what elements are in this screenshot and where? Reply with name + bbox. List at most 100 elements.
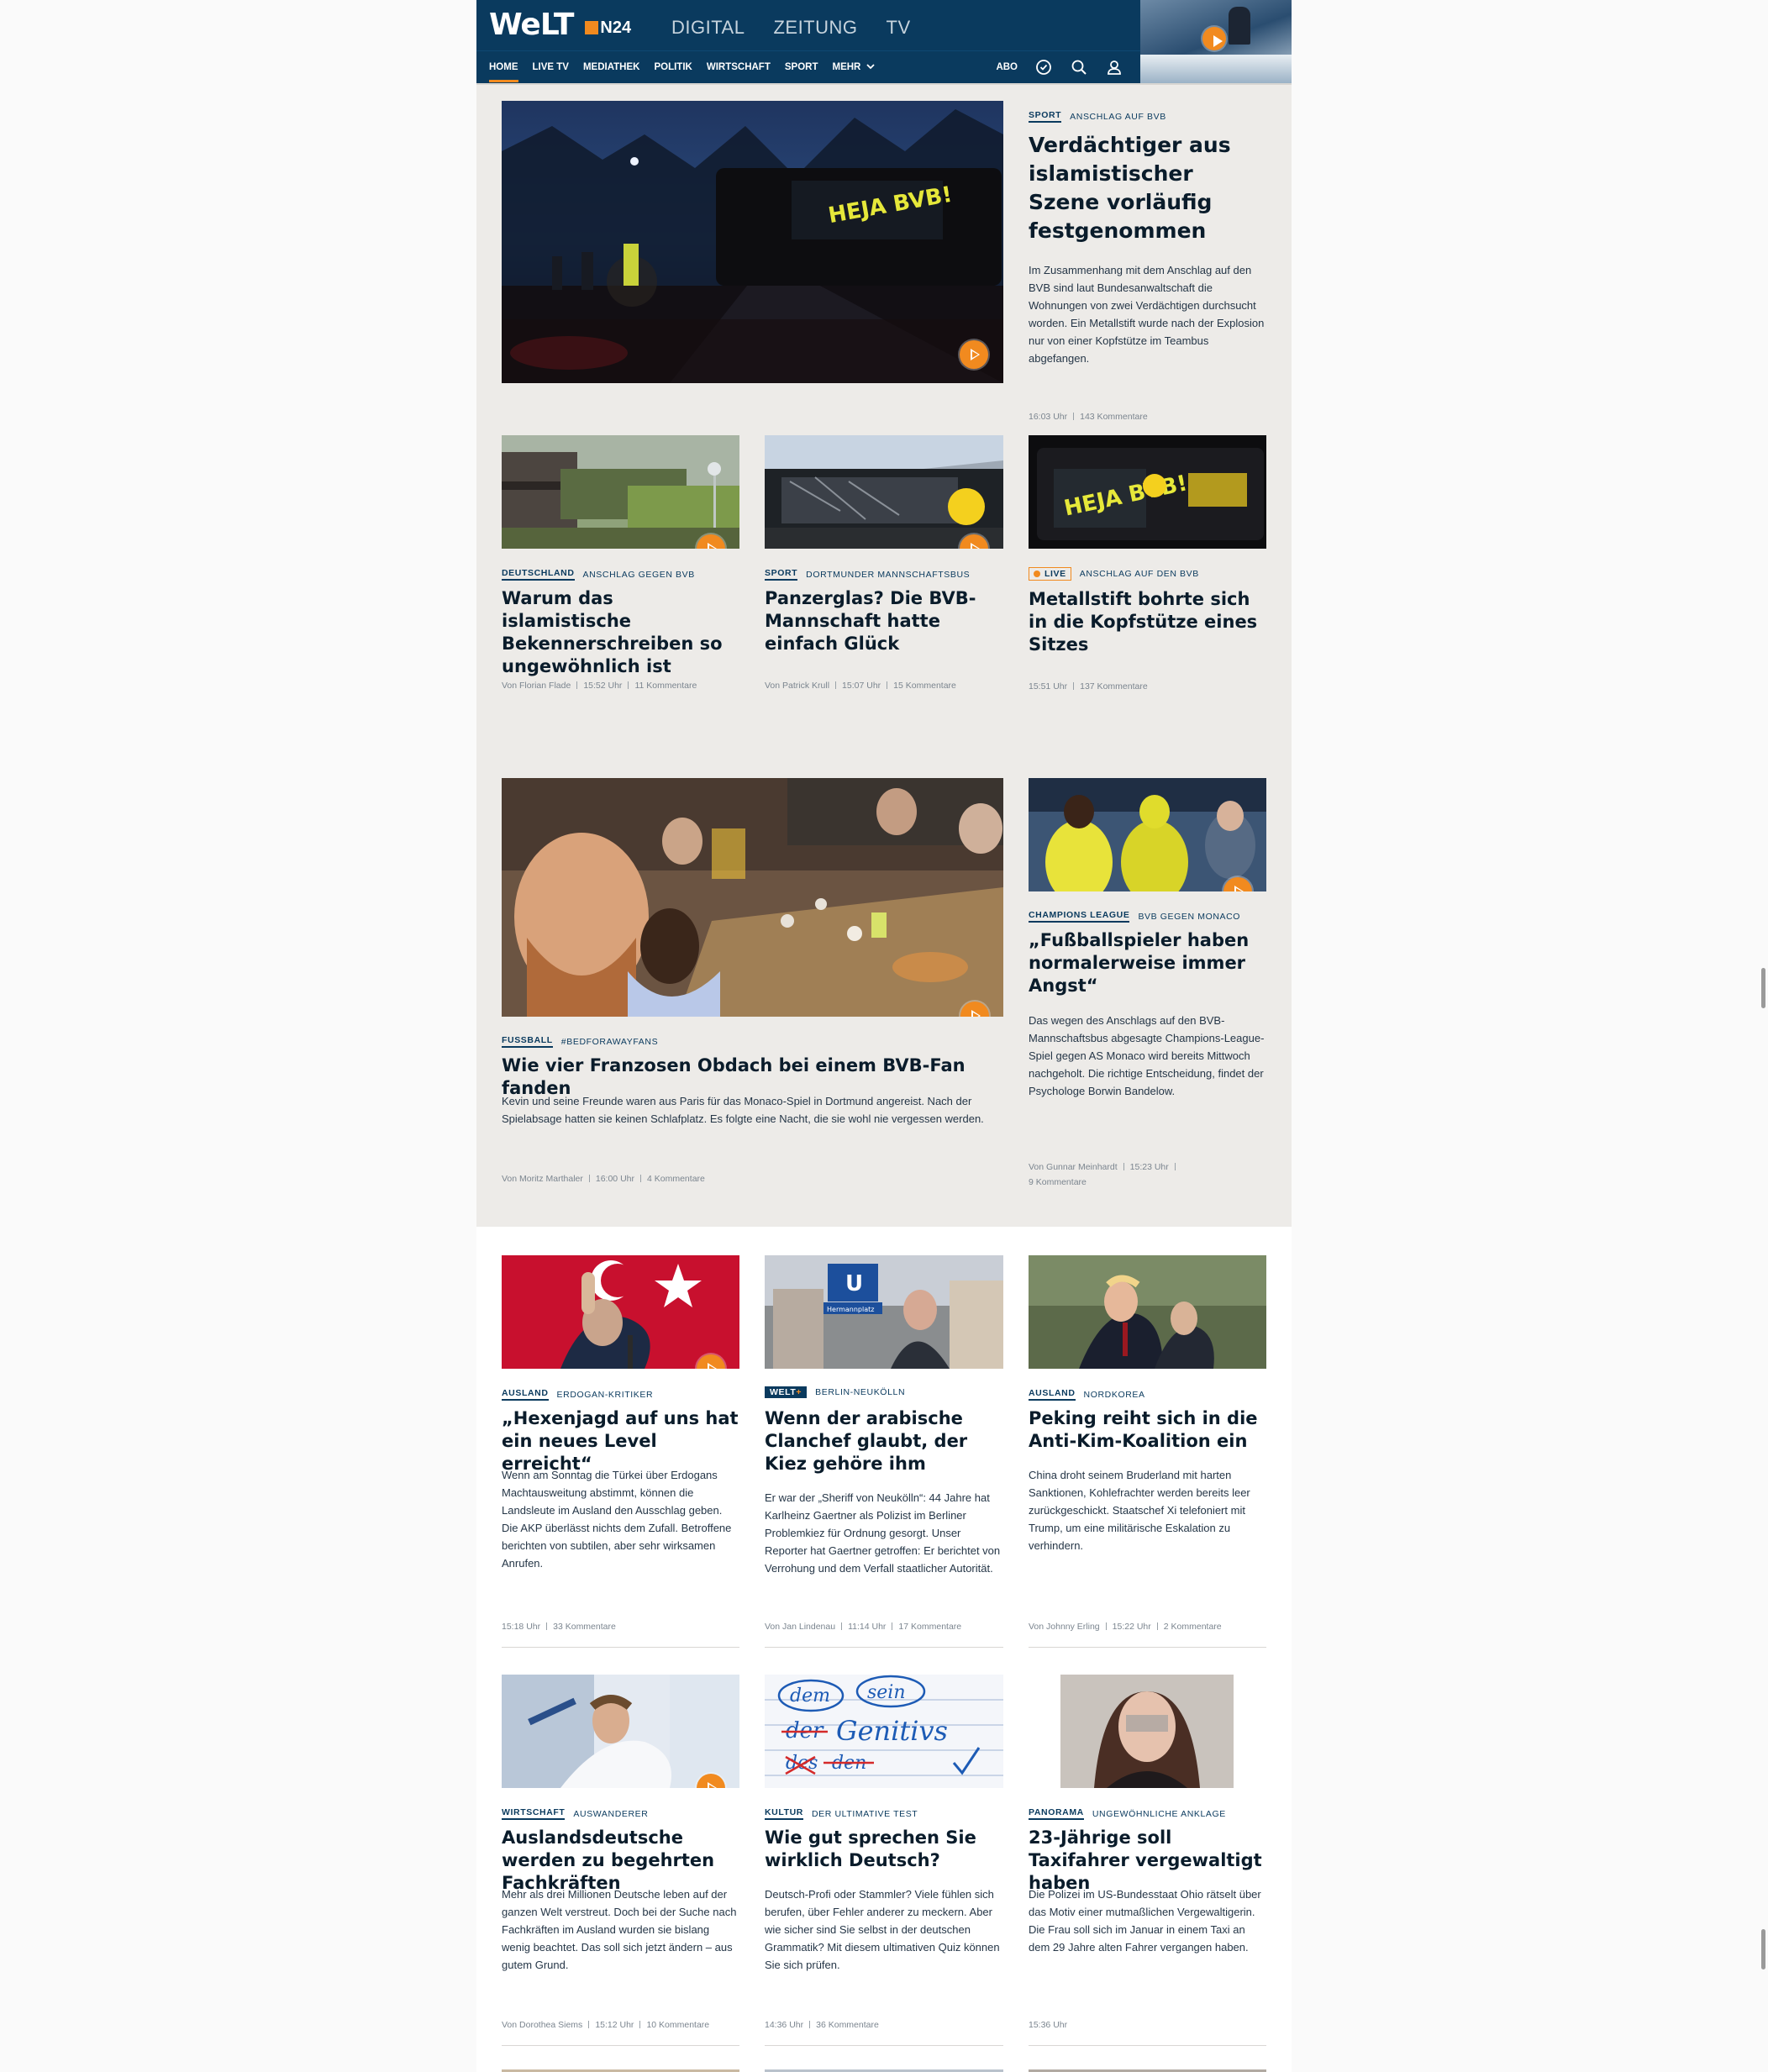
topic-link[interactable]: ANSCHLAG GEGEN BVB [583, 570, 695, 580]
meta-author[interactable]: Von Dorothea Siems [502, 2020, 582, 2030]
meta-author[interactable]: Von Florian Flade [502, 681, 571, 691]
meta-comments[interactable]: 10 Kommentare [646, 2020, 709, 2030]
article-image-erdogan[interactable] [502, 1255, 739, 1369]
tv-studio-desk [1140, 55, 1292, 83]
article-headline[interactable]: Warum das islamistische Bekennerschreibe… [502, 587, 739, 678]
rubric-link[interactable]: AUSLAND [1029, 1388, 1076, 1401]
top-link-digital[interactable]: DIGITAL [671, 17, 745, 39]
abo-link[interactable]: ABO [996, 62, 1018, 72]
top-link-zeitung[interactable]: ZEITUNG [773, 17, 857, 39]
rubric-link[interactable]: FUSSBALL [502, 1035, 553, 1048]
article-headline[interactable]: „Hexenjagd auf uns hat ein neues Level e… [502, 1407, 739, 1475]
nav-wirtschaft[interactable]: WIRTSCHAFT [707, 62, 771, 72]
article-image-champions-league[interactable] [1029, 778, 1266, 891]
meta-comments[interactable]: 36 Kommentare [816, 2020, 879, 2030]
meta-comments[interactable]: 143 Kommentare [1080, 412, 1148, 422]
rubric-link[interactable]: CHAMPIONS LEAGUE [1029, 910, 1130, 923]
live-tv-thumbnail[interactable] [1140, 0, 1292, 83]
topic-link[interactable]: ANSCHLAG AUF DEN BVB [1080, 569, 1199, 579]
nav-live-tv[interactable]: LIVE TV [533, 62, 569, 72]
nav-politik[interactable]: POLITIK [654, 62, 692, 72]
topic-link[interactable]: ANSCHLAG AUF BVB [1070, 112, 1166, 122]
divider [765, 2045, 1003, 2046]
topic-link[interactable]: DORTMUNDER MANNSCHAFTSBUS [806, 570, 970, 580]
welt-logo[interactable]: WeLT N24 [489, 8, 631, 42]
topic-link[interactable]: #BEDFORAWAYFANS [561, 1037, 658, 1047]
rubric-link[interactable]: SPORT [1029, 110, 1062, 123]
topic-link[interactable]: BVB GEGEN MONACO [1138, 912, 1240, 922]
topic-link[interactable]: BERLIN-NEUKÖLLN [815, 1387, 905, 1397]
nav-sport[interactable]: SPORT [785, 62, 818, 72]
scrollbar-thumb[interactable] [1761, 1929, 1765, 1969]
rubric-link[interactable]: AUSLAND [502, 1388, 549, 1401]
topic-link[interactable]: UNGEWÖHNLICHE ANKLAGE [1092, 1809, 1226, 1819]
meta-comments[interactable]: 17 Kommentare [898, 1622, 961, 1632]
nav-mehr[interactable]: MEHR [832, 62, 875, 72]
search-icon[interactable] [1070, 58, 1088, 76]
play-icon[interactable] [1202, 27, 1226, 50]
meta-author[interactable]: Von Gunnar Meinhardt [1029, 1162, 1118, 1172]
article-image-genitiv-quiz[interactable]: dem sein der Genitivs des den [765, 1675, 1003, 1788]
article-headline[interactable]: „Fußballspieler haben normalerweise imme… [1029, 929, 1266, 997]
meta-comments[interactable]: 15 Kommentare [893, 681, 956, 691]
rubric-link[interactable]: SPORT [765, 568, 798, 581]
article-image-bekennerschreiben[interactable] [502, 435, 739, 549]
nav-mediathek[interactable]: MEDIATHEK [583, 62, 640, 72]
article-headline[interactable]: Metallstift bohrte sich in die Kopfstütz… [1029, 588, 1266, 656]
welt-plus-badge[interactable]: WELT+ [765, 1386, 808, 1398]
meta-comments[interactable]: 2 Kommentare [1164, 1622, 1222, 1632]
article-meta: Von Gunnar Meinhardt 15:23 Uhr 9 Kommentar… [1029, 1160, 1222, 1190]
article-headline[interactable]: Wie gut sprechen Sie wirklich Deutsch? [765, 1827, 1003, 1872]
article-image-taxifahrer[interactable] [1060, 1675, 1234, 1788]
meta-comments[interactable]: 137 Kommentare [1080, 681, 1148, 692]
meta-author[interactable]: Von Patrick Krull [765, 681, 829, 691]
meta-author[interactable]: Von Jan Lindenau [765, 1622, 835, 1632]
hero-image-bvb-bus[interactable]: HEJA BVB! [502, 101, 1003, 383]
nav-mehr-label: MEHR [832, 62, 861, 72]
article-meta: Von Johnny Erling 15:22 Uhr 2 Kommentare [1029, 1622, 1222, 1632]
article-image-panzerglas[interactable] [765, 435, 1003, 549]
hero-headline[interactable]: Verdächtiger aus islamistischer Szene vo… [1029, 131, 1266, 245]
topic-link[interactable]: AUSWANDERER [573, 1809, 648, 1819]
topic-link[interactable]: DER ULTIMATIVE TEST [812, 1809, 918, 1819]
article-headline[interactable]: Auslandsdeutsche werden zu begehrten Fac… [502, 1827, 739, 1895]
topic-link[interactable]: NORDKOREA [1084, 1390, 1145, 1400]
rubric-link[interactable]: KULTUR [765, 1807, 803, 1820]
scrollbar-thumb[interactable] [1761, 968, 1765, 1008]
clock-check-icon[interactable] [1034, 58, 1053, 76]
meta-comments[interactable]: 33 Kommentare [553, 1622, 616, 1632]
article-headline[interactable]: Wenn der arabische Clanchef glaubt, der … [765, 1407, 1003, 1475]
meta-comments[interactable]: 9 Kommentare [1029, 1177, 1087, 1187]
meta-author[interactable]: Von Moritz Marthaler [502, 1174, 583, 1184]
top-link-tv[interactable]: TV [887, 17, 911, 39]
meta-comments[interactable]: 4 Kommentare [647, 1174, 705, 1184]
feature-image-french-fans[interactable] [502, 778, 1003, 1017]
divider [502, 1647, 739, 1648]
article-headline[interactable]: Panzerglas? Die BVB-Mannschaft hatte ein… [765, 587, 1003, 655]
meta-author[interactable]: Von Johnny Erling [1029, 1622, 1100, 1632]
divider [1029, 1647, 1266, 1648]
article-tags: KULTUR DER ULTIMATIVE TEST [765, 1807, 918, 1820]
topic-link[interactable]: ERDOGAN-KRITIKER [557, 1390, 654, 1400]
rubric-link[interactable]: DEUTSCHLAND [502, 568, 575, 581]
article-tags: PANORAMA UNGEWÖHNLICHE ANKLAGE [1029, 1807, 1226, 1820]
user-icon[interactable] [1105, 58, 1123, 76]
nav-home[interactable]: HOME [489, 62, 518, 82]
article-headline[interactable]: 23-Jährige soll Taxifahrer vergewaltigt … [1029, 1827, 1266, 1895]
article-image-trump-xi[interactable] [1029, 1255, 1266, 1369]
article-image-fachkraefte[interactable] [502, 1675, 739, 1788]
hero-teaser: Im Zusammenhang mit dem Anschlag auf den… [1029, 264, 1265, 365]
n24-logo: N24 [585, 18, 631, 38]
article-headline[interactable]: Peking reiht sich in die Anti-Kim-Koalit… [1029, 1407, 1266, 1453]
n24-square-icon [585, 21, 599, 34]
play-icon[interactable] [960, 340, 988, 369]
article-tags: WIRTSCHAFT AUSWANDERER [502, 1807, 648, 1820]
meta-time: 15:18 Uhr [502, 1622, 541, 1632]
article-image-metallstift[interactable]: HEJA BVB! [1029, 435, 1266, 549]
meta-comments[interactable]: 11 Kommentare [634, 681, 697, 691]
article-image-neukoelln[interactable]: U Hermannplatz [765, 1255, 1003, 1369]
article-tags: SPORT DORTMUNDER MANNSCHAFTSBUS [765, 568, 970, 581]
rubric-link[interactable]: PANORAMA [1029, 1807, 1084, 1820]
rubric-link[interactable]: WIRTSCHAFT [502, 1807, 566, 1820]
quiz-word-sein: sein [867, 1682, 906, 1703]
